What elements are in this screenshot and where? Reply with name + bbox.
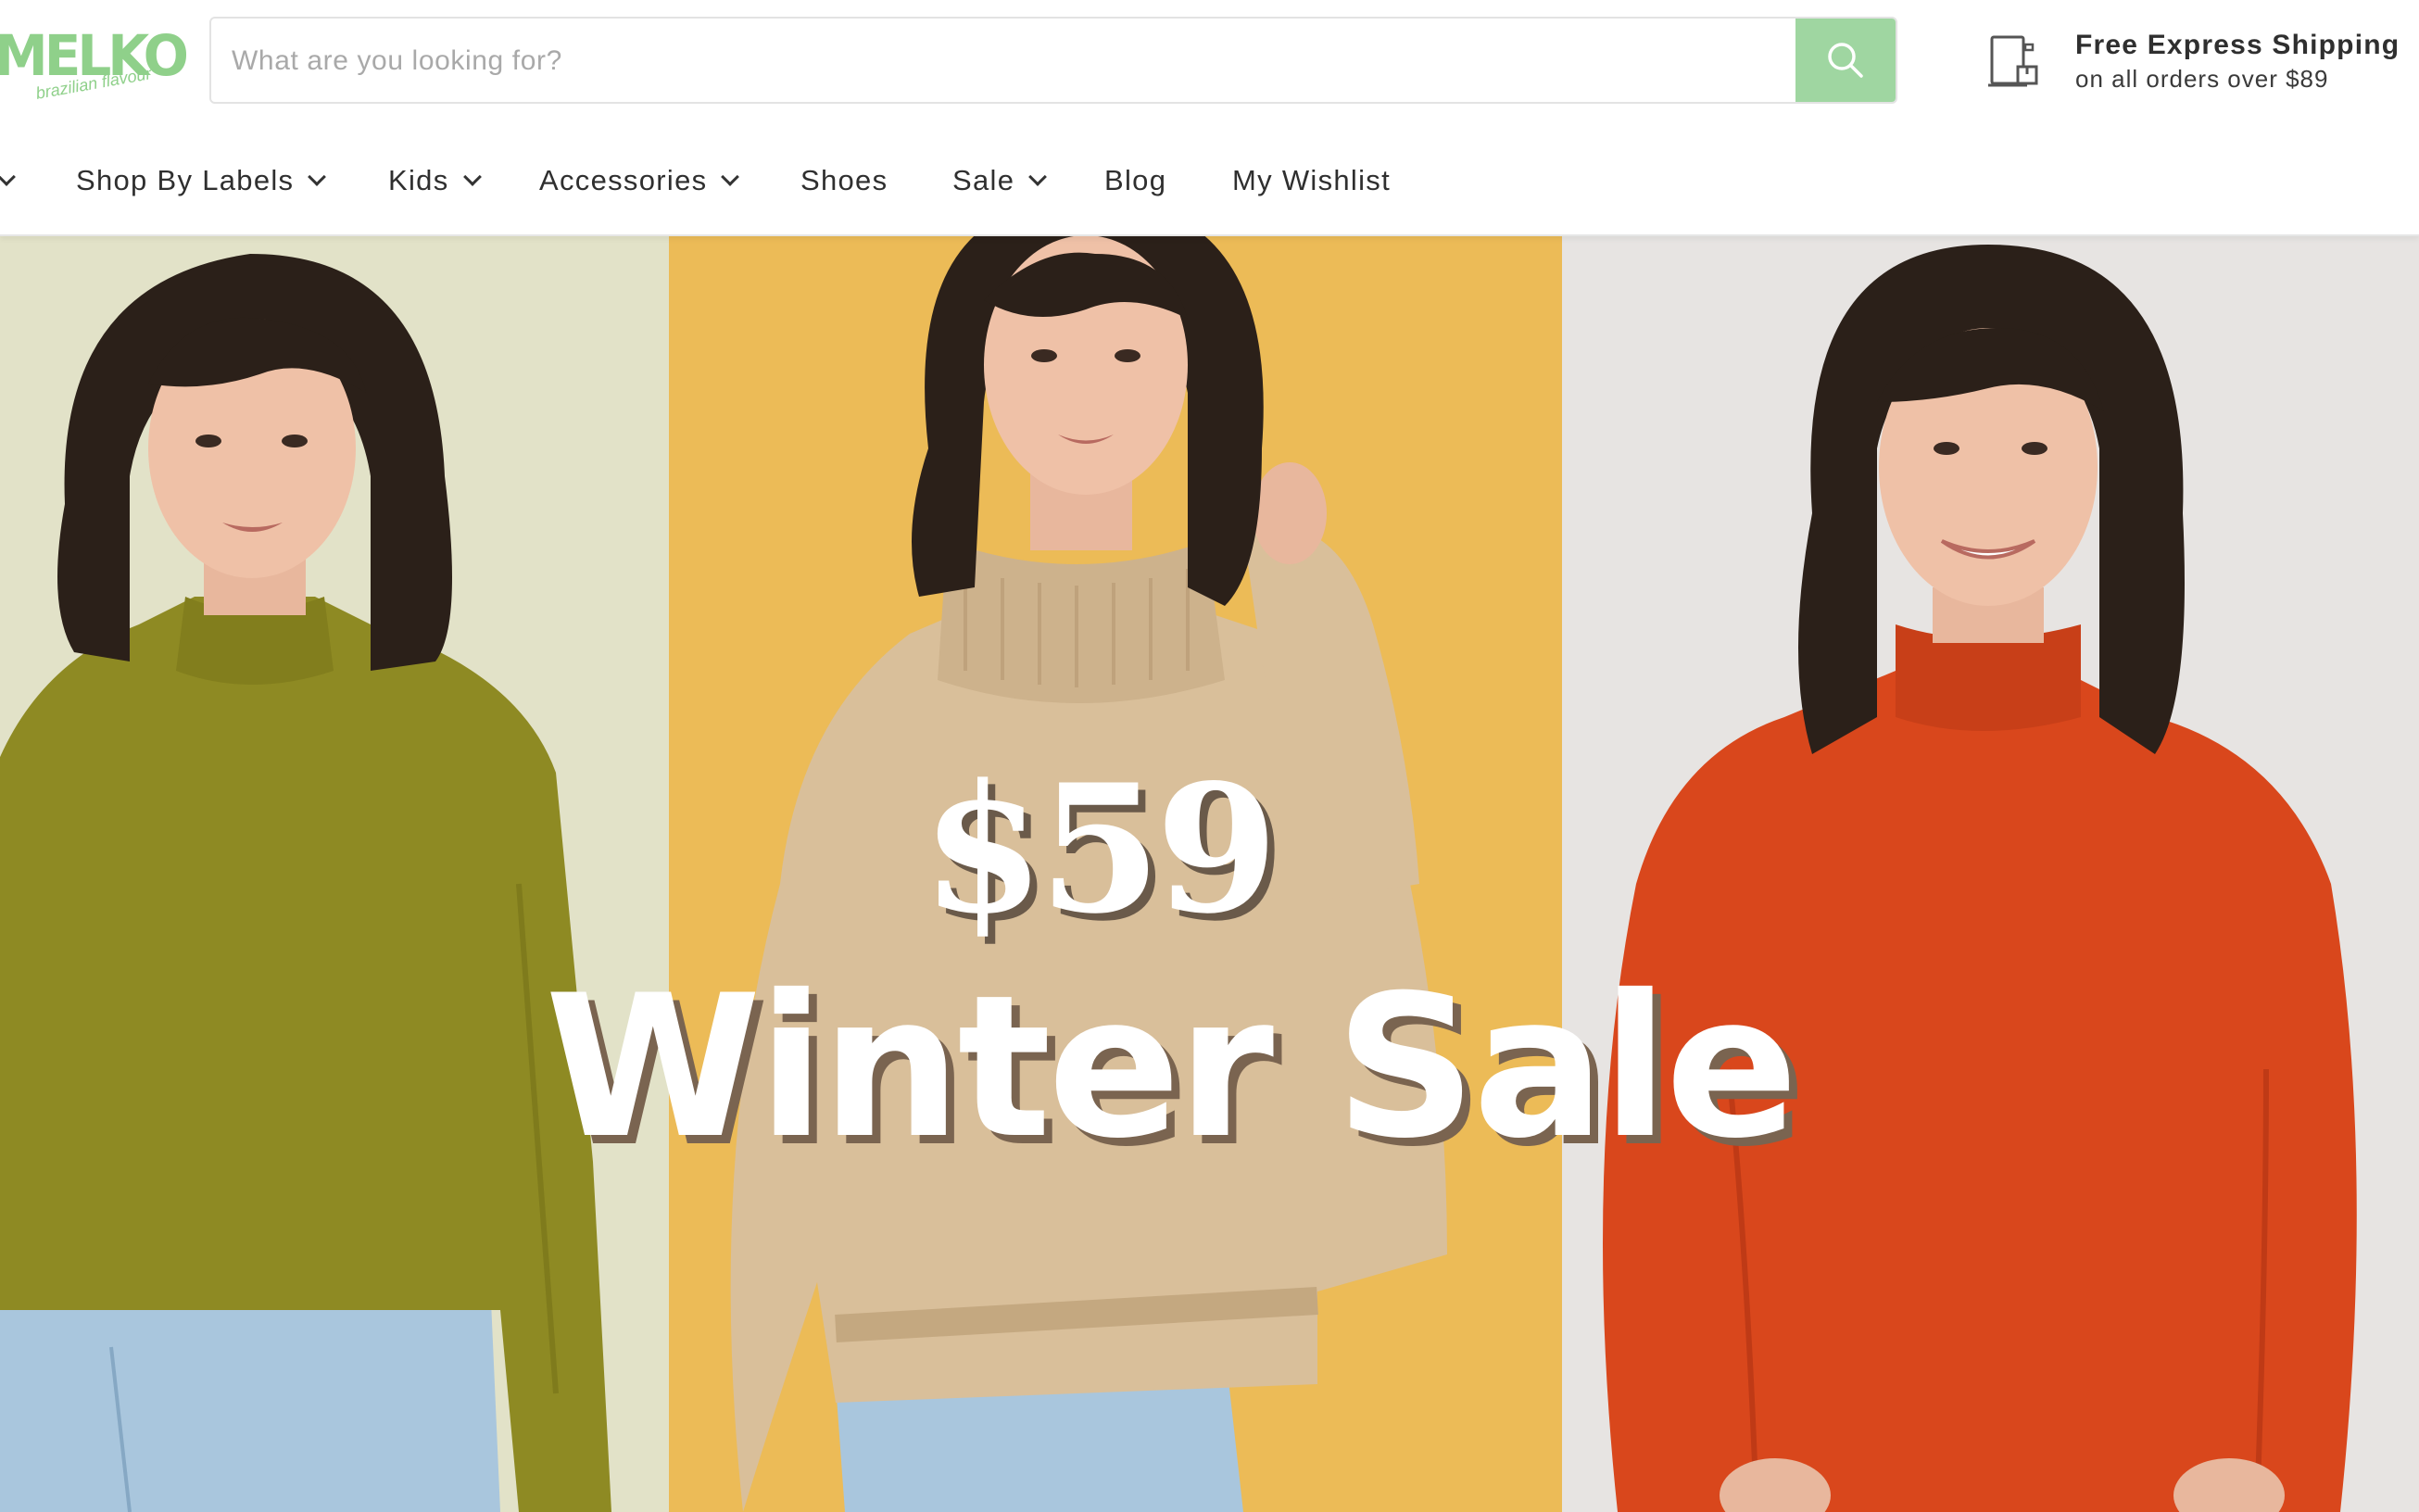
search-input[interactable] <box>230 19 1790 102</box>
nav-item-blog[interactable]: Blog <box>1104 148 1166 213</box>
model-beige-sweater-image <box>730 235 1447 1512</box>
nav-item-label: My Wishlist <box>1232 164 1392 196</box>
nav-item-label: Sale <box>952 164 1015 196</box>
nav-item-wishlist[interactable]: My Wishlist <box>1232 148 1391 213</box>
nav-item-label: Accessories <box>539 164 708 196</box>
shipping-promo: Free Express Shipping on all orders over… <box>1986 26 2413 100</box>
search-button[interactable] <box>1795 19 1896 102</box>
nav-item-accessories[interactable]: Accessories <box>539 148 740 213</box>
nav-item-shop-by-labels[interactable]: Shop By Labels <box>76 148 327 213</box>
chevron-down-icon <box>308 168 327 186</box>
shipping-box-icon <box>1988 35 2038 87</box>
nav-item-label: Kids <box>388 164 449 196</box>
chevron-down-icon <box>721 168 740 186</box>
nav-item-shoes[interactable]: Shoes <box>800 148 888 213</box>
search-bar <box>209 17 1897 104</box>
nav-item-truncated[interactable] <box>0 148 16 213</box>
shipping-subtitle: on all orders over $89 <box>2075 65 2329 93</box>
nav-item-kids[interactable]: Kids <box>388 148 482 213</box>
search-icon <box>1828 43 1863 78</box>
shipping-title: Free Express Shipping <box>2075 30 2400 60</box>
hero-panel-beige <box>669 235 1562 1512</box>
chevron-down-icon <box>462 168 482 186</box>
nav-item-label: Shoes <box>800 164 888 196</box>
nav-item-label: Blog <box>1104 164 1167 196</box>
model-olive-turtleneck-image <box>0 254 611 1512</box>
nav-item-label: Shop By Labels <box>76 164 295 196</box>
hero-banner[interactable]: $59 Winter Sale <box>0 235 2419 1512</box>
logo[interactable]: MELKO brazilian flavour <box>0 24 189 102</box>
site-header: MELKO brazilian flavour Free Express Shi… <box>0 0 2419 236</box>
chevron-down-icon <box>1028 168 1048 186</box>
model-orange-turtleneck-image <box>1603 245 2357 1512</box>
chevron-down-icon <box>0 168 16 186</box>
nav-item-sale[interactable]: Sale <box>952 148 1048 213</box>
main-navigation: Shop By Labels Kids Accessories Shoes Sa… <box>0 148 2419 213</box>
hero-panel-orange <box>1562 235 2419 1512</box>
hero-panel-olive <box>0 235 669 1512</box>
